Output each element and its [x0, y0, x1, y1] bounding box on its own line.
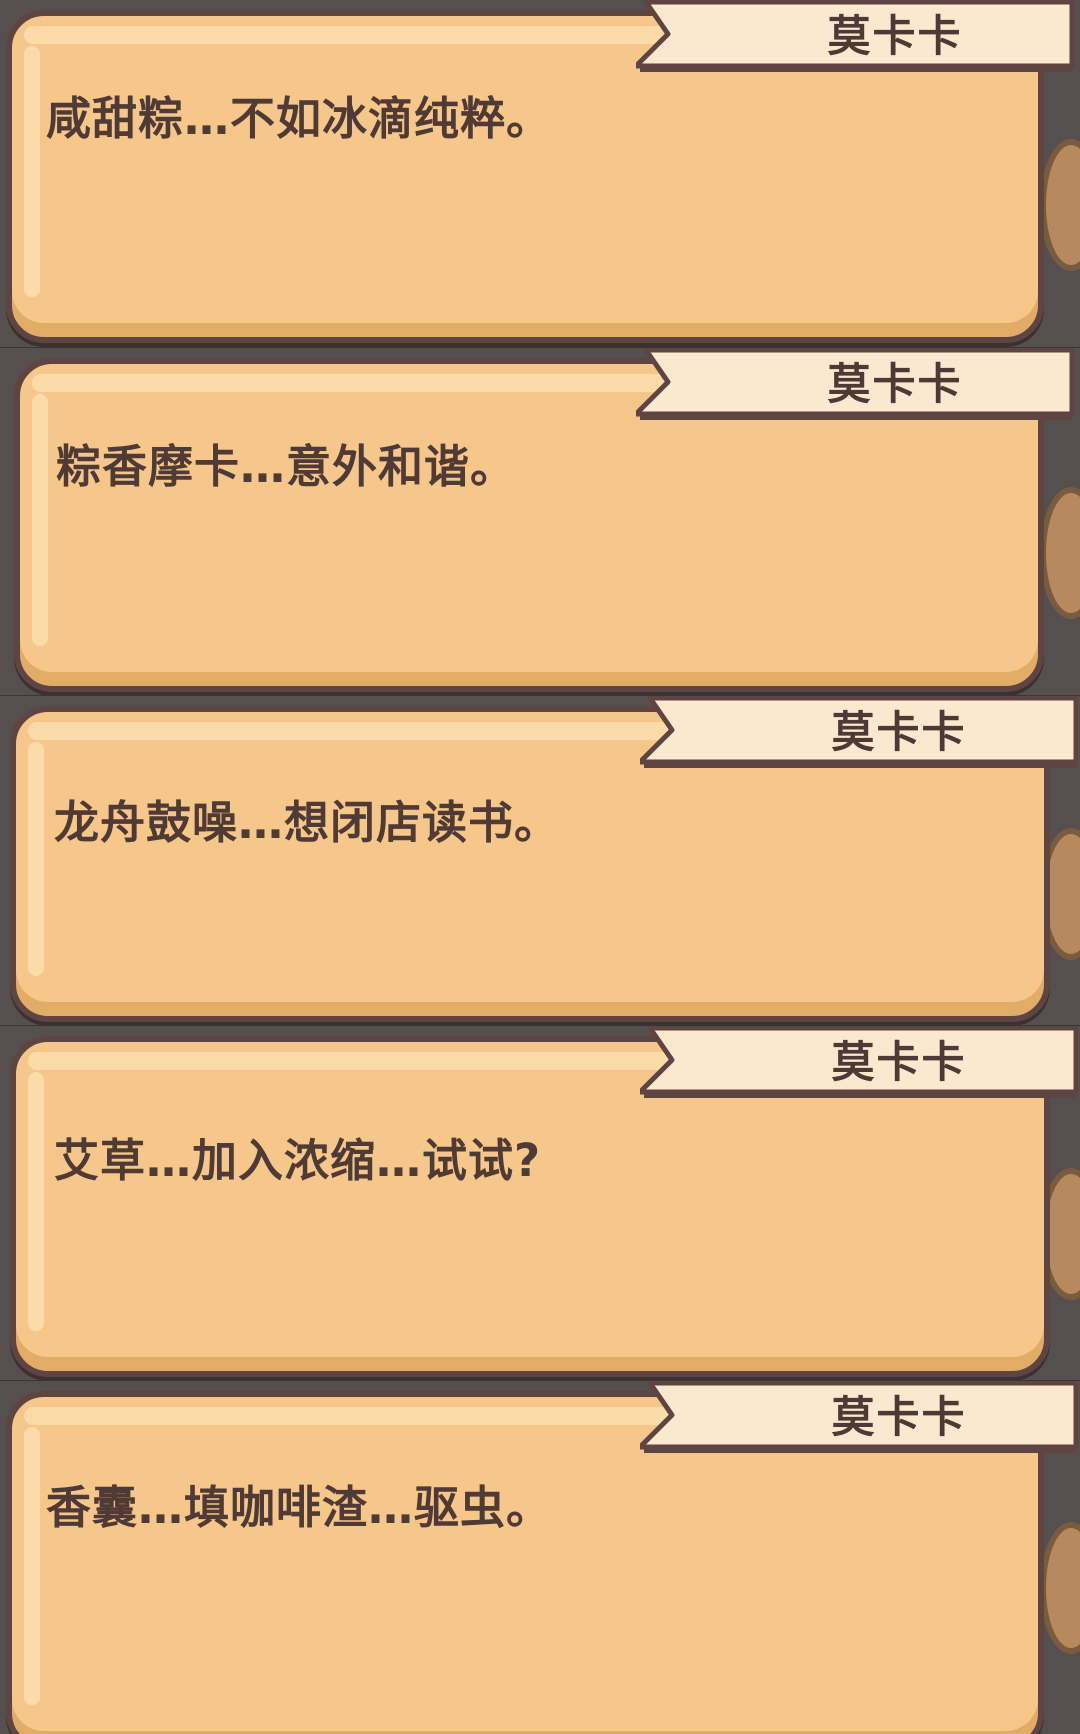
speaker-name-tag: 莫卡卡 — [640, 1026, 1078, 1098]
speaker-name: 莫卡卡 — [827, 12, 963, 62]
dialog-panel: 莫卡卡 咸甜粽…不如冰滴纯粹。 — [0, 0, 1080, 347]
dialog-panel: 莫卡卡 龙舟鼓噪…想闭店读书。 — [0, 695, 1080, 1026]
dialog-panel: 莫卡卡 粽香摩卡…意外和谐。 — [0, 347, 1080, 696]
dialog-text: 香囊…填咖啡渣…驱虫。 — [46, 1481, 553, 1534]
dialog-text: 粽香摩卡…意外和谐。 — [56, 440, 517, 493]
dialog-text: 艾草…加入浓缩…试试? — [54, 1134, 542, 1187]
speaker-name: 莫卡卡 — [827, 360, 963, 410]
speaker-name-tag: 莫卡卡 — [640, 696, 1078, 768]
speaker-name: 莫卡卡 — [831, 1393, 967, 1443]
speaker-name-tag: 莫卡卡 — [636, 348, 1074, 420]
dialog-panel: 莫卡卡 香囊…填咖啡渣…驱虫。 — [0, 1380, 1080, 1734]
speaker-name: 莫卡卡 — [831, 708, 967, 758]
speaker-name-tag: 莫卡卡 — [640, 1381, 1078, 1453]
speaker-name: 莫卡卡 — [831, 1038, 967, 1088]
dialog-text: 咸甜粽…不如冰滴纯粹。 — [46, 92, 553, 145]
character-edge-decoration — [1040, 138, 1080, 271]
dialog-stack: 莫卡卡 咸甜粽…不如冰滴纯粹。 莫卡卡 粽香摩卡…意外和谐。 莫卡卡 龙舟鼓噪…… — [0, 0, 1080, 1734]
speaker-name-tag: 莫卡卡 — [636, 0, 1074, 72]
character-edge-decoration — [1040, 487, 1080, 620]
character-edge-decoration — [1040, 1522, 1080, 1655]
dialog-panel: 莫卡卡 艾草…加入浓缩…试试? — [0, 1025, 1080, 1381]
dialog-text: 龙舟鼓噪…想闭店读书。 — [54, 796, 561, 849]
